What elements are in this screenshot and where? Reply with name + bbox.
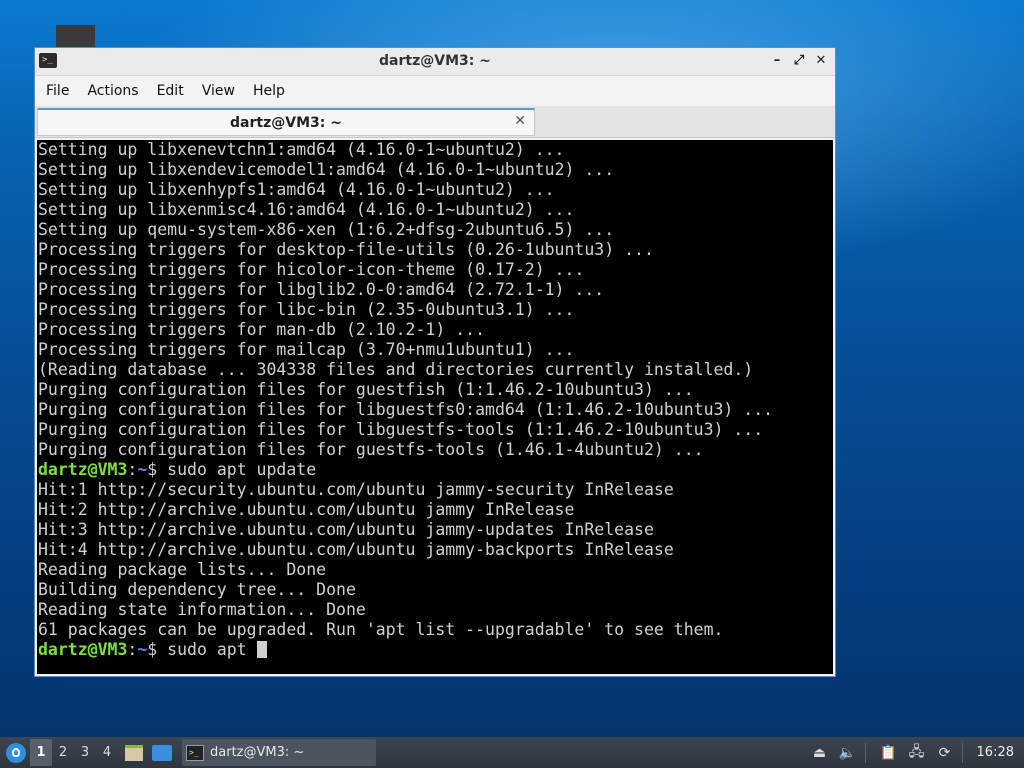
terminal-line: Processing triggers for libc-bin (2.35-0…	[38, 300, 575, 319]
window-title: dartz@VM3: ~	[379, 53, 491, 69]
system-tray: ⏏ 🔈 📋 🖧 ⟳ 16:28	[803, 739, 1024, 766]
terminal-line: Hit:2 http://archive.ubuntu.com/ubuntu j…	[38, 500, 575, 519]
desktop-mark	[28, 424, 32, 434]
prompt-separator: :	[127, 640, 138, 659]
clipboard-icon[interactable]: 📋	[878, 739, 900, 766]
terminal-line: Hit:3 http://archive.ubuntu.com/ubuntu j…	[38, 520, 654, 539]
terminal-line: Reading state information... Done	[38, 600, 366, 619]
terminal-line: Setting up libxenmisc4.16:amd64 (4.16.0-…	[38, 200, 575, 219]
menu-file[interactable]: File	[37, 76, 78, 106]
file-manager-launcher[interactable]	[122, 739, 146, 766]
terminal-line: Processing triggers for desktop-file-uti…	[38, 240, 654, 259]
file-manager-icon	[125, 744, 143, 761]
workspace-2[interactable]: 2	[52, 739, 74, 766]
terminal-line: dartz@VM3:~$ sudo apt update	[38, 460, 833, 480]
terminal-line: Setting up libxenhypfs1:amd64 (4.16.0-1~…	[38, 180, 555, 199]
workspace-4[interactable]: 4	[96, 739, 118, 766]
prompt-end: $	[147, 460, 168, 479]
minimize-button[interactable]: –	[769, 52, 785, 70]
terminal-output[interactable]: Setting up libxenevtchn1:amd64 (4.16.0-1…	[37, 140, 833, 674]
terminal-line: Hit:1 http://security.ubuntu.com/ubuntu …	[38, 480, 674, 499]
prompt-path: ~	[137, 640, 148, 659]
terminal-line: Purging configuration files for guestfs-…	[38, 440, 704, 459]
menu-bar: File Actions Edit View Help	[35, 76, 835, 106]
terminal-line: Reading package lists... Done	[38, 560, 327, 579]
taskbar: 1 2 3 4 >_ dartz@VM3: ~ ⏏ 🔈 📋 🖧 ⟳ 16:28	[0, 737, 1024, 768]
prompt-separator: :	[127, 460, 138, 479]
terminal-line: Hit:4 http://archive.ubuntu.com/ubuntu j…	[38, 540, 674, 559]
menu-help[interactable]: Help	[244, 76, 294, 106]
menu-edit[interactable]: Edit	[148, 76, 193, 106]
terminal-line: Processing triggers for mailcap (3.70+nm…	[38, 340, 575, 359]
show-desktop-launcher[interactable]	[150, 739, 174, 766]
tab-bar: dartz@VM3: ~ ✕	[35, 106, 835, 138]
command-text: sudo apt update	[167, 460, 317, 479]
menu-view[interactable]: View	[193, 76, 244, 106]
clock[interactable]: 16:28	[969, 745, 1024, 760]
prompt-user: dartz@VM3	[38, 640, 128, 659]
terminal-line: Processing triggers for libglib2.0-0:amd…	[38, 280, 605, 299]
volume-icon[interactable]: 🔈	[837, 739, 859, 766]
terminal-line: Purging configuration files for guestfis…	[38, 380, 694, 399]
terminal-line: Setting up libxenevtchn1:amd64 (4.16.0-1…	[38, 140, 565, 159]
command-text: sudo apt	[167, 640, 257, 659]
task-terminal[interactable]: >_ dartz@VM3: ~	[182, 739, 376, 766]
terminal-line: (Reading database ... 304338 files and d…	[38, 360, 754, 379]
tray-separator	[864, 742, 866, 763]
terminal-window: >_ dartz@VM3: ~ – ⤢ ✕ File Actions Edit …	[34, 47, 836, 677]
prompt-user: dartz@VM3	[38, 460, 128, 479]
terminal-line: Setting up libxendevicemodel1:amd64 (4.1…	[38, 160, 615, 179]
show-desktop-icon	[152, 744, 172, 761]
terminal-line: Purging configuration files for libguest…	[38, 400, 774, 419]
title-bar[interactable]: >_ dartz@VM3: ~ – ⤢ ✕	[35, 48, 835, 76]
tab-label: dartz@VM3: ~	[230, 115, 342, 131]
terminal-line: Processing triggers for man-db (2.10.2-1…	[38, 320, 486, 339]
terminal-line: dartz@VM3:~$ sudo apt	[38, 640, 833, 660]
eject-icon[interactable]: ⏏	[809, 739, 831, 766]
text-cursor	[256, 641, 267, 658]
start-menu-button[interactable]	[2, 739, 30, 766]
terminal-line: Setting up qemu-system-x86-xen (1:6.2+df…	[38, 220, 615, 239]
window-controls: – ⤢ ✕	[769, 52, 829, 70]
task-label: dartz@VM3: ~	[210, 745, 305, 760]
desktop-window-thumbnail	[56, 25, 95, 47]
tray-separator	[961, 742, 963, 763]
prompt-path: ~	[137, 460, 148, 479]
prompt-end: $	[147, 640, 168, 659]
terminal-line: Building dependency tree... Done	[38, 580, 356, 599]
workspace-3[interactable]: 3	[74, 739, 96, 766]
terminal-line: 61 packages can be upgraded. Run 'apt li…	[38, 620, 724, 639]
terminal-line: Purging configuration files for libguest…	[38, 420, 764, 439]
update-notifier-icon[interactable]: ⟳	[934, 739, 956, 766]
maximize-button[interactable]: ⤢	[791, 52, 807, 70]
network-icon[interactable]: 🖧	[906, 739, 928, 766]
close-button[interactable]: ✕	[813, 52, 829, 70]
workspace-1[interactable]: 1	[30, 739, 52, 766]
tab-terminal[interactable]: dartz@VM3: ~ ✕	[37, 108, 535, 136]
menu-actions[interactable]: Actions	[78, 76, 147, 106]
lubuntu-start-icon	[6, 742, 26, 763]
terminal-icon: >_	[186, 744, 204, 761]
terminal-line: Processing triggers for hicolor-icon-the…	[38, 260, 585, 279]
tab-close-icon[interactable]: ✕	[514, 113, 526, 129]
